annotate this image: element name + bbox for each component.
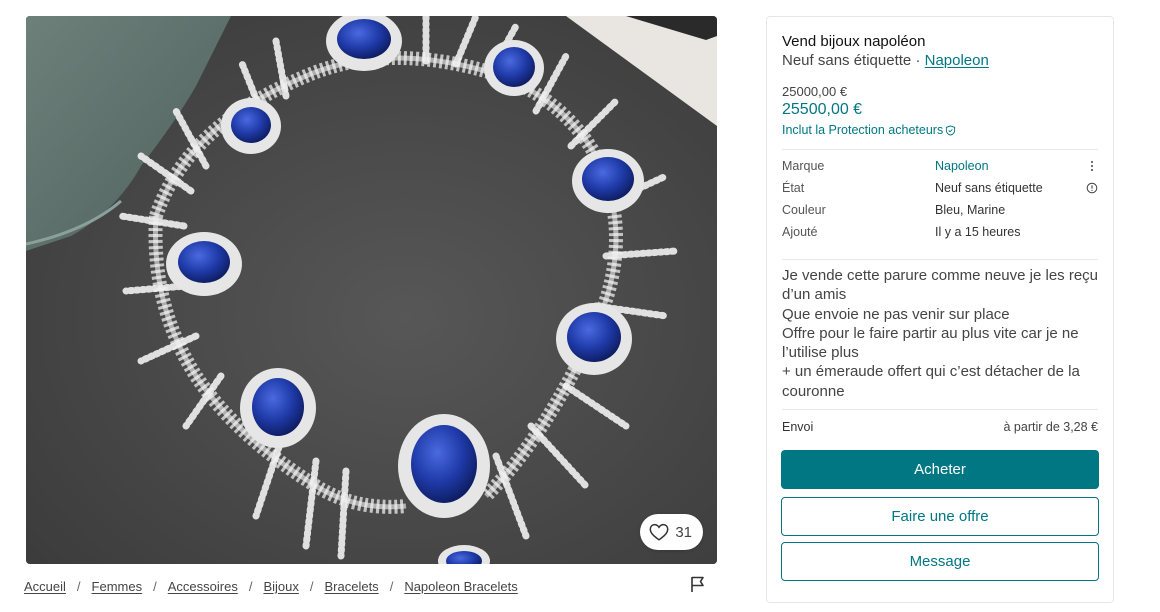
- breadcrumb-separator: /: [153, 578, 157, 594]
- detail-label: Ajouté: [782, 225, 818, 239]
- message-button[interactable]: Message: [781, 542, 1099, 581]
- item-condition: Neuf sans étiquette: [782, 52, 912, 69]
- info-icon[interactable]: [1086, 182, 1098, 194]
- detail-value-brand[interactable]: Napoleon: [935, 159, 989, 173]
- heart-icon: [649, 523, 669, 541]
- details-table: Marque Napoleon État Neuf sans étiquette…: [782, 159, 1098, 247]
- detail-label: Couleur: [782, 203, 826, 217]
- favorite-count: 31: [675, 523, 692, 541]
- shipping-row: Envoi à partir de 3,28 €: [782, 420, 1098, 434]
- item-photo[interactable]: 31: [26, 16, 717, 564]
- divider: [782, 149, 1098, 150]
- necklace-image: [26, 16, 717, 564]
- item-price: 25000,00 €: [782, 84, 848, 99]
- shield-check-icon: [946, 124, 956, 136]
- detail-value-color: Bleu, Marine: [935, 203, 1006, 217]
- shipping-label: Envoi: [782, 420, 814, 434]
- detail-row-added: Ajouté Il y a 15 heures: [782, 225, 1098, 247]
- favorite-button[interactable]: 31: [640, 514, 703, 550]
- make-offer-button[interactable]: Faire une offre: [781, 497, 1099, 536]
- detail-label: Marque: [782, 159, 825, 173]
- breadcrumb-separator: /: [389, 578, 394, 594]
- breadcrumb: Accueil / Femmes / Accessoires / Bijoux …: [24, 578, 518, 594]
- brand-link[interactable]: Napoleon: [925, 52, 989, 69]
- detail-value-condition: Neuf sans étiquette: [935, 181, 1043, 195]
- divider: [782, 409, 1098, 410]
- detail-label: État: [782, 181, 805, 195]
- item-subtitle: Neuf sans étiquette · Napoleon: [782, 52, 989, 69]
- detail-row-color: Couleur Bleu, Marine: [782, 203, 1098, 225]
- breadcrumb-accueil[interactable]: Accueil: [24, 579, 66, 594]
- breadcrumb-bracelets[interactable]: Bracelets: [324, 579, 378, 594]
- buy-button[interactable]: Acheter: [781, 450, 1099, 489]
- breadcrumb-napoleon-bracelets[interactable]: Napoleon Bracelets: [404, 579, 517, 594]
- item-details-panel: Vend bijoux napoléon Neuf sans étiquette…: [766, 16, 1114, 603]
- subtitle-separator: ·: [915, 52, 921, 69]
- breadcrumb-separator: /: [76, 578, 81, 594]
- item-price-with-protection[interactable]: 25500,00 €: [782, 101, 862, 119]
- breadcrumb-separator: /: [248, 578, 253, 594]
- breadcrumb-femmes[interactable]: Femmes: [92, 579, 143, 594]
- item-title: Vend bijoux napoléon: [782, 33, 926, 50]
- detail-row-brand: Marque Napoleon: [782, 159, 1098, 181]
- breadcrumb-accessoires[interactable]: Accessoires: [168, 579, 238, 594]
- detail-value-added: Il y a 15 heures: [935, 225, 1021, 239]
- divider: [782, 259, 1098, 260]
- flag-icon[interactable]: [688, 574, 708, 594]
- item-description: Je vende cette parure comme neuve je les…: [782, 267, 1099, 400]
- buyer-protection-link[interactable]: Inclut la Protection acheteurs: [782, 123, 956, 137]
- breadcrumb-separator: /: [309, 578, 314, 594]
- buyer-protection-label: Inclut la Protection acheteurs: [782, 123, 944, 137]
- more-vertical-icon[interactable]: [1086, 160, 1098, 172]
- detail-row-condition: État Neuf sans étiquette: [782, 181, 1098, 203]
- shipping-price: à partir de 3,28 €: [1003, 420, 1098, 434]
- breadcrumb-bijoux[interactable]: Bijoux: [263, 579, 298, 594]
